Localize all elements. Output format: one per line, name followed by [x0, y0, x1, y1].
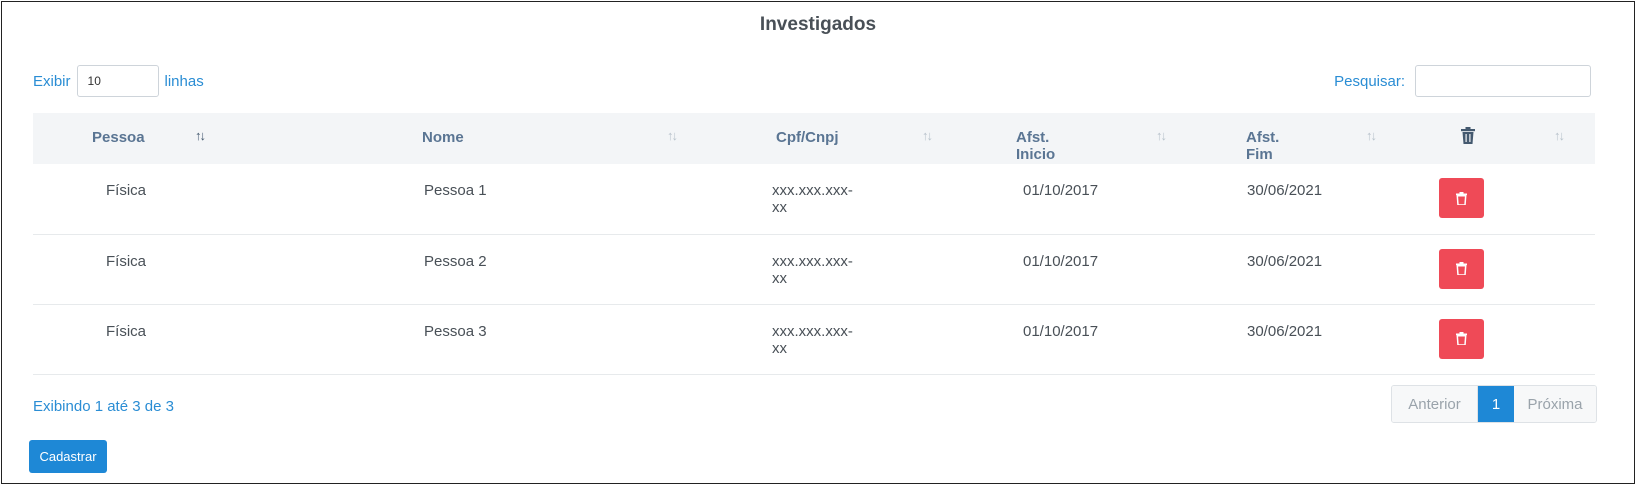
cell-cpf: xxx.xxx.xxx-xx [578, 234, 853, 304]
cell-text: xxx.xxx.xxx-xx [772, 322, 853, 357]
table-info: Exibindo 1 até 3 de 3 [33, 398, 174, 415]
col-label: Cpf/Cnpj [776, 129, 839, 146]
investigados-table: Pessoa ↑↓ Nome ↑↓ Cpf/Cnpj ↑↓ Afst. Inic… [33, 113, 1595, 375]
cell-text: Pessoa 2 [424, 252, 487, 270]
cell-text: Física [106, 322, 147, 340]
delete-button[interactable] [1439, 178, 1484, 218]
page-frame: Investigados Exibir linhas Pesquisar: Pe… [1, 1, 1635, 484]
search-label: Pesquisar: [1334, 72, 1405, 90]
cell-text: Física [106, 252, 147, 270]
page-title: Investigados [759, 14, 877, 35]
col-header-afst-fim[interactable]: Afst. Fim ↑↓ [1091, 113, 1377, 164]
table-row: Física Pessoa 1 xxx.xxx.xxx-xx 01/10/201… [33, 164, 1595, 234]
prev-page-button[interactable]: Anterior [1392, 386, 1478, 422]
next-page-button[interactable]: Próxima [1514, 386, 1596, 422]
cell-pessoa: Física [33, 304, 263, 374]
sort-icon: ↑↓ [195, 128, 206, 143]
trash-icon [1456, 332, 1467, 345]
cell-action [1306, 164, 1595, 234]
cell-afst-fim: 30/06/2021 [1091, 164, 1322, 234]
cadastrar-button[interactable]: Cadastrar [29, 440, 107, 473]
search-control: Pesquisar: [1334, 65, 1591, 97]
trash-icon [1456, 191, 1467, 205]
delete-button[interactable] [1439, 318, 1484, 359]
cell-pessoa: Física [33, 234, 263, 304]
col-header-nome[interactable]: Nome ↑↓ [263, 113, 678, 164]
cell-cpf: xxx.xxx.xxx-xx [578, 164, 853, 234]
table-row: Física Pessoa 2 xxx.xxx.xxx-xx 01/10/201… [33, 234, 1595, 304]
col-header-afst-inicio[interactable]: Afst. Inicio ↑↓ [846, 113, 1167, 164]
cell-pessoa: Física [33, 164, 263, 234]
col-label: Nome [422, 129, 464, 146]
col-label: Afst. Inicio [1016, 129, 1056, 163]
cell-text: 01/10/2017 [1023, 182, 1099, 199]
cell-text: 01/10/2017 [1023, 322, 1099, 340]
page-length-control: Exibir linhas [33, 65, 204, 97]
col-header-pessoa[interactable]: Pessoa ↑↓ [33, 113, 263, 164]
cell-text: xxx.xxx.xxx-xx [772, 182, 853, 216]
sort-icon: ↑↓ [1554, 128, 1565, 143]
cell-text: 01/10/2017 [1023, 252, 1099, 270]
cell-nome: Pessoa 1 [263, 164, 578, 234]
cell-text: Pessoa 3 [424, 322, 487, 340]
col-header-delete[interactable]: ↑↓ [1306, 113, 1595, 164]
search-input[interactable] [1415, 65, 1591, 97]
page-length-input[interactable] [76, 65, 159, 97]
trash-icon [1456, 262, 1467, 275]
trash-icon [1461, 127, 1475, 148]
delete-button[interactable] [1439, 248, 1484, 289]
page-1-button[interactable]: 1 [1478, 386, 1514, 422]
cell-afst-fim: 30/06/2021 [1091, 234, 1322, 304]
col-label: Pessoa [92, 129, 145, 146]
cell-afst-fim: 30/06/2021 [1091, 304, 1322, 374]
cell-afst-inicio: 01/10/2017 [846, 234, 1098, 304]
table-header-row: Pessoa ↑↓ Nome ↑↓ Cpf/Cnpj ↑↓ Afst. Inic… [33, 113, 1595, 164]
col-header-cpf[interactable]: Cpf/Cnpj ↑↓ [578, 113, 933, 164]
cell-cpf: xxx.xxx.xxx-xx [578, 304, 853, 374]
cell-afst-inicio: 01/10/2017 [846, 304, 1098, 374]
cell-action [1306, 234, 1595, 304]
cell-text: Física [106, 182, 147, 199]
cell-afst-inicio: 01/10/2017 [846, 164, 1098, 234]
cell-nome: Pessoa 2 [263, 234, 578, 304]
length-prefix: Exibir [33, 72, 71, 90]
cell-text: Pessoa 1 [424, 182, 487, 199]
length-suffix: linhas [164, 72, 204, 90]
col-label: Afst. Fim [1246, 129, 1280, 163]
pagination: Anterior 1 Próxima [1391, 385, 1597, 423]
cell-action [1306, 304, 1595, 374]
cell-nome: Pessoa 3 [263, 304, 578, 374]
cell-text: xxx.xxx.xxx-xx [772, 252, 853, 287]
table-row: Física Pessoa 3 xxx.xxx.xxx-xx 01/10/201… [33, 304, 1595, 374]
